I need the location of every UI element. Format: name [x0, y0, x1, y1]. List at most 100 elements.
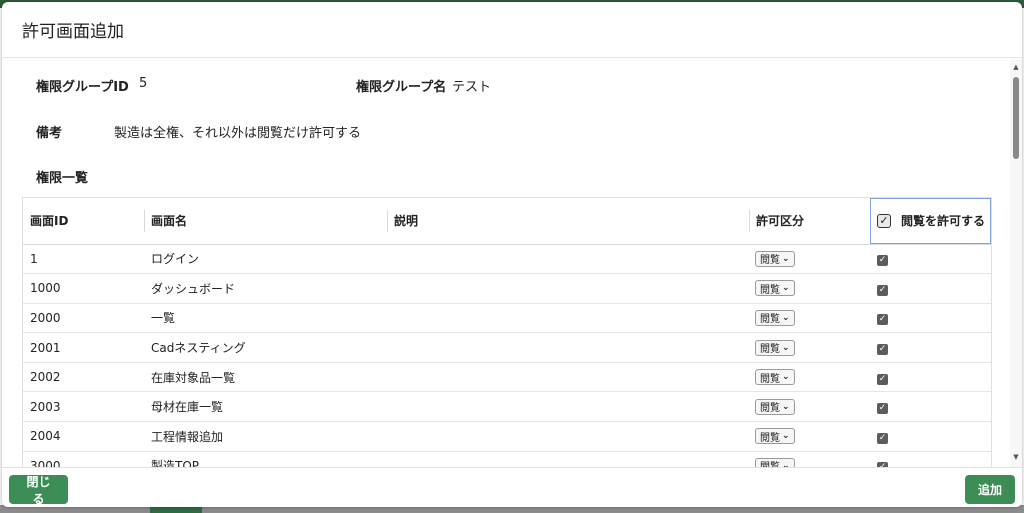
checkbox-checked-icon: ✓	[878, 284, 887, 295]
table-row: 2001 Cadネスティング 閲覧 ⌄ ✓	[23, 332, 991, 363]
cell-allow-view: ✓	[870, 273, 991, 304]
permission-select[interactable]: 閲覧⌄	[755, 280, 795, 297]
cell-screen-name: 在庫対象品一覧	[144, 362, 387, 393]
allow-view-header-label: 閲覧を許可する	[901, 214, 986, 229]
checkbox-checked-icon: ✓	[878, 403, 887, 414]
permission-select-value: 閲覧	[760, 373, 780, 385]
group-name-label: 権限グループ名	[356, 80, 447, 95]
chevron-down-icon: ⌄	[782, 283, 790, 294]
checkbox-checked-icon: ✓	[879, 214, 889, 228]
column-header-screen-name[interactable]: 画面名	[144, 198, 387, 245]
cell-permission-type: 閲覧⌄	[749, 362, 870, 393]
permission-select-value: 閲覧	[760, 432, 780, 444]
allow-view-checkbox[interactable]: ✓	[877, 403, 888, 415]
allow-view-checkbox[interactable]: ✓	[877, 314, 888, 326]
cell-permission-type: 閲覧⌄	[749, 244, 870, 275]
permission-select-value: 閲覧	[760, 284, 780, 296]
cell-description	[387, 303, 749, 334]
cell-allow-view: ✓	[870, 391, 991, 423]
add-permission-screen-modal: 許可画面追加 権限グループID 5 権限グループ名 テスト 備考 製造は全権、そ…	[2, 2, 1022, 507]
allow-view-checkbox[interactable]: ✓	[877, 344, 888, 356]
remarks-value: 製造は全権、それ以外は閲覧だけ許可する	[114, 126, 362, 141]
allow-view-checkbox[interactable]: ✓	[877, 432, 888, 444]
allow-view-checkbox[interactable]: ✓	[877, 284, 888, 296]
checkbox-checked-icon: ✓	[878, 373, 887, 384]
modal-header: 許可画面追加	[2, 2, 1022, 58]
cell-description	[387, 244, 749, 275]
table-row: 2004 工程情報追加 閲覧 ⌄ ✓	[23, 421, 991, 452]
permission-select[interactable]: 閲覧⌄	[755, 369, 795, 386]
cell-allow-view: ✓	[870, 303, 991, 334]
cell-screen-name: 母材在庫一覧	[144, 391, 387, 423]
cell-allow-view: ✓	[870, 244, 991, 275]
cell-allow-view: ✓	[870, 421, 991, 452]
allow-view-checkbox[interactable]: ✓	[877, 255, 888, 267]
cell-permission-type: 閲覧⌄	[749, 421, 870, 452]
cell-allow-view: ✓	[870, 451, 991, 467]
column-header-allow-view: ✓ 閲覧を許可する	[870, 198, 991, 245]
permission-select-value: 閲覧	[760, 314, 780, 326]
column-header-screen-id[interactable]: 画面ID	[23, 198, 144, 245]
modal-scrollbar[interactable]: ▲ ▼	[1010, 59, 1022, 467]
scrollbar-thumb[interactable]	[1013, 77, 1019, 159]
chevron-down-icon: ⌄	[782, 253, 790, 264]
column-header-description[interactable]: 説明	[387, 198, 749, 245]
cell-screen-name: 一覧	[144, 303, 387, 334]
table-row: 3000製造TOP 閲覧⌄ ✓	[23, 451, 991, 467]
add-button[interactable]: 追加	[965, 475, 1015, 504]
cell-screen-id: 2000	[23, 303, 144, 334]
permission-select[interactable]: 閲覧⌄	[755, 398, 795, 415]
cell-permission-type: 閲覧⌄	[749, 332, 870, 363]
group-id-value: 5	[139, 76, 148, 91]
group-name-value: テスト	[452, 80, 492, 95]
permission-table: 画面ID 画面名 説明 許可区分 ✓ 閲覧を許可する 1 ログイン 閲覧 ⌄ ✓ 1000 ダ…	[22, 197, 992, 467]
allow-view-checkbox[interactable]: ✓	[877, 373, 888, 385]
cell-description	[387, 332, 749, 363]
permission-select-value: 閲覧	[760, 255, 780, 267]
cell-screen-id: 3000	[23, 451, 144, 467]
modal-body: 権限グループID 5 権限グループ名 テスト 備考 製造は全権、それ以外は閲覧だ…	[2, 59, 1010, 467]
cell-permission-type: 閲覧⌄	[749, 303, 870, 334]
cell-screen-name: ダッシュボード	[144, 273, 387, 304]
table-row: 1 ログイン 閲覧 ⌄ ✓	[23, 244, 991, 275]
triangle-up-icon[interactable]: ▲	[1012, 63, 1020, 71]
cell-screen-id: 2001	[23, 332, 144, 363]
permission-select[interactable]: 閲覧⌄	[755, 457, 795, 467]
permission-list-label: 権限一覧	[36, 171, 89, 186]
chevron-down-icon: ⌄	[782, 372, 790, 383]
cell-screen-name: 製造TOP	[144, 451, 387, 467]
cell-permission-type: 閲覧⌄	[749, 273, 870, 304]
cell-permission-type: 閲覧⌄	[749, 451, 870, 467]
triangle-down-icon[interactable]: ▼	[1012, 453, 1020, 461]
chevron-down-icon: ⌄	[782, 431, 790, 442]
cell-description	[387, 451, 749, 467]
table-row: 2002 在庫対象品一覧 閲覧 ⌄ ✓	[23, 362, 991, 393]
modal-title: 許可画面追加	[22, 22, 124, 42]
permission-select[interactable]: 閲覧⌄	[755, 428, 795, 445]
chevron-down-icon: ⌄	[782, 312, 790, 323]
cell-screen-name: 工程情報追加	[144, 421, 387, 452]
cell-description	[387, 421, 749, 452]
table-row: 1000 ダッシュボード 閲覧 ⌄ ✓	[23, 273, 991, 304]
select-all-checkbox[interactable]: ✓	[877, 213, 891, 228]
group-id-label: 権限グループID	[36, 80, 129, 95]
column-header-permission-type[interactable]: 許可区分	[749, 198, 870, 245]
permission-select[interactable]: 閲覧⌄	[755, 339, 795, 356]
cell-screen-id: 2003	[23, 391, 144, 423]
checkbox-checked-icon: ✓	[878, 432, 887, 443]
modal-footer: 閉じる 追加	[2, 467, 1022, 507]
cell-description	[387, 362, 749, 393]
chevron-down-icon: ⌄	[782, 401, 790, 412]
permission-select-value: 閲覧	[760, 344, 780, 356]
chevron-down-icon: ⌄	[782, 342, 790, 353]
permission-select[interactable]: 閲覧⌄	[755, 250, 795, 267]
cell-screen-id: 2002	[23, 362, 144, 393]
permission-select-value: 閲覧	[760, 403, 780, 415]
cell-screen-id: 1000	[23, 273, 144, 304]
remarks-label: 備考	[36, 126, 63, 141]
cell-screen-id: 2004	[23, 421, 144, 452]
close-button[interactable]: 閉じる	[9, 475, 68, 506]
cell-description	[387, 391, 749, 423]
permission-select[interactable]: 閲覧⌄	[755, 309, 795, 326]
cell-screen-name: Cadネスティング	[144, 332, 387, 363]
